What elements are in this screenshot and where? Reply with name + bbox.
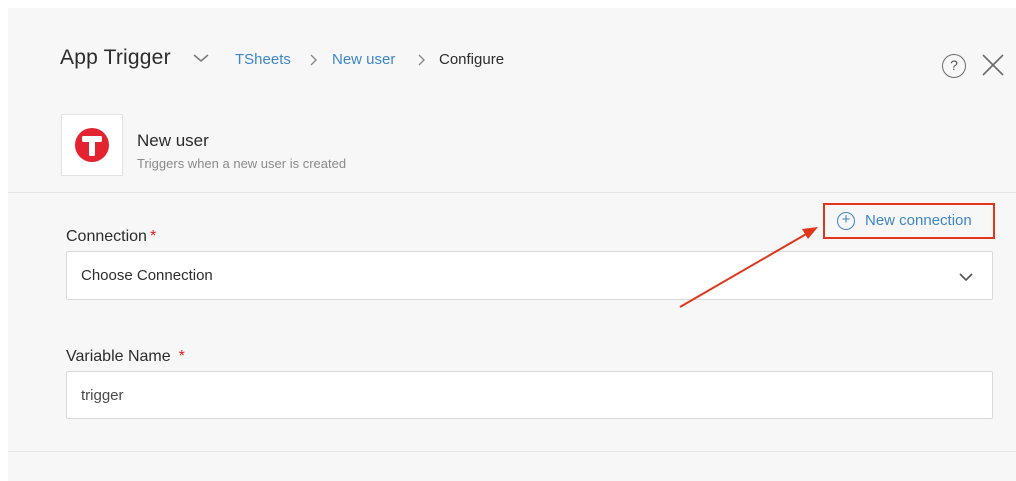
connection-select[interactable]: Choose Connection [66, 251, 993, 300]
breadcrumb-configure: Configure [439, 51, 505, 68]
required-mark: * [149, 228, 157, 245]
trigger-summary: New user Triggers when a new user is cre… [8, 100, 1016, 193]
page-title: App Trigger [60, 46, 171, 69]
connection-select-value: Choose Connection [81, 267, 213, 284]
config-form: Connection * + New connection Choose Conn… [8, 193, 1016, 452]
breadcrumb-new-user[interactable]: New user [332, 51, 395, 68]
chevron-down-icon[interactable] [192, 52, 210, 64]
chevron-right-icon [418, 54, 425, 66]
close-icon[interactable] [980, 52, 1006, 78]
trigger-name: New user [137, 131, 209, 150]
trigger-config-panel: App Trigger TSheets New user Configure ?… [8, 8, 1016, 481]
breadcrumb-tsheets[interactable]: TSheets [235, 51, 291, 68]
panel-header: App Trigger TSheets New user Configure ? [8, 8, 1016, 101]
trigger-description: Triggers when a new user is created [137, 156, 347, 171]
connection-label: Connection * [66, 228, 157, 245]
app-logo [61, 114, 123, 176]
required-mark: * [178, 348, 185, 365]
new-connection-button[interactable]: + New connection [823, 203, 995, 239]
help-icon[interactable]: ? [942, 54, 966, 78]
tsheets-logo-icon [75, 128, 109, 162]
chevron-right-icon [310, 54, 317, 66]
variable-name-input[interactable] [66, 371, 993, 419]
variable-name-label: Variable Name * [66, 348, 185, 365]
plus-circle-icon: + [837, 212, 855, 230]
chevron-down-icon [959, 273, 973, 282]
